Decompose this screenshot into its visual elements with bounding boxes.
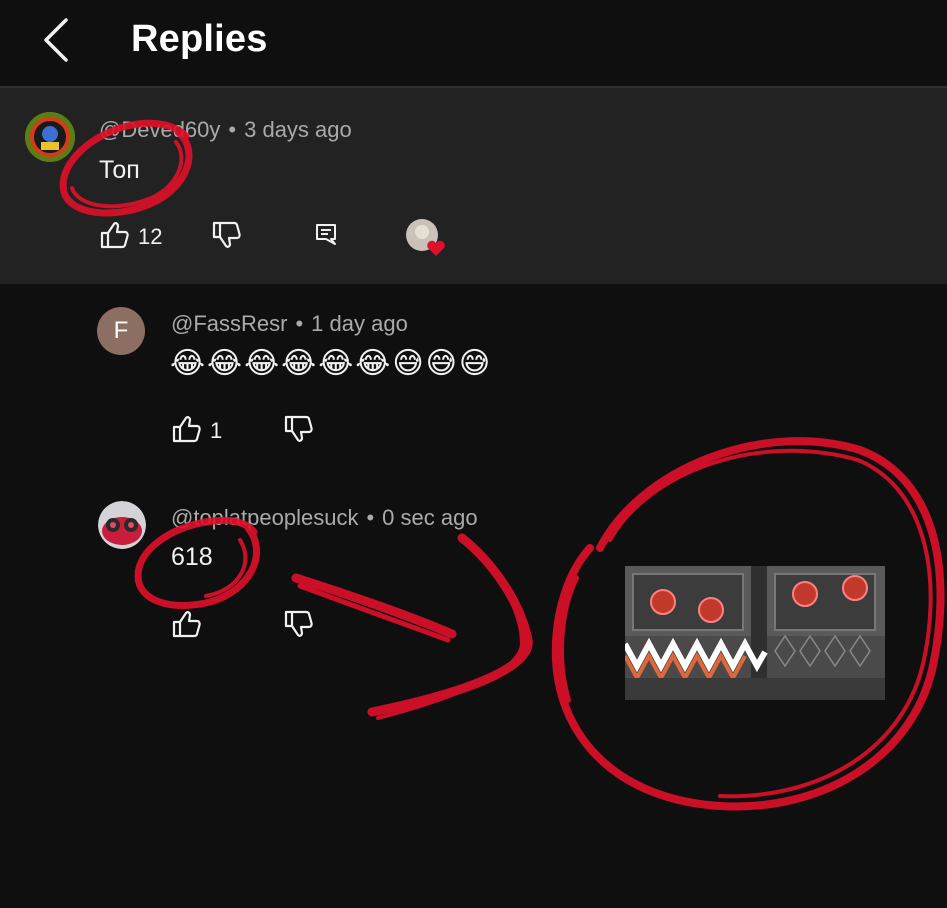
dislike-button[interactable] — [211, 220, 243, 255]
comment-author[interactable]: @FassResr — [171, 311, 287, 336]
avatar-image — [25, 112, 75, 162]
back-chevron-icon — [44, 18, 68, 62]
like-button[interactable] — [171, 414, 203, 449]
top-app-bar: Replies — [0, 0, 947, 86]
comment-author[interactable]: @toplatpeoplesuck — [171, 505, 358, 530]
reply-text: 😂😂😂😂😂😂😅😅😅 — [170, 346, 493, 381]
dislike-button[interactable] — [283, 414, 315, 449]
game-screenshot-image — [625, 566, 885, 700]
reply-icon — [316, 224, 336, 245]
like-count: 1 — [210, 418, 223, 443]
creator-heart-badge — [405, 218, 449, 258]
like-icon — [100, 222, 129, 249]
like-button[interactable] — [171, 609, 203, 644]
reply-author-avatar[interactable]: F — [97, 307, 145, 355]
back-button[interactable] — [36, 14, 78, 66]
comment-time: 3 days ago — [244, 117, 352, 142]
parent-comment-text: Топ — [99, 156, 140, 184]
avatar-image — [98, 501, 146, 549]
dislike-icon — [284, 610, 313, 637]
parent-author-avatar[interactable] — [25, 112, 75, 162]
parent-comment-meta: @Deved60y • 3 days ago — [99, 117, 352, 142]
comment-author[interactable]: @Deved60y — [99, 117, 220, 142]
reply-meta: @toplatpeoplesuck • 0 sec ago — [171, 505, 478, 530]
reply-author-avatar[interactable] — [98, 501, 146, 549]
like-icon — [172, 416, 201, 443]
page-title: Replies — [131, 18, 268, 60]
dislike-icon — [284, 415, 313, 442]
like-icon — [172, 611, 201, 638]
heart-icon — [406, 219, 445, 256]
comment-time: 1 day ago — [311, 311, 408, 336]
game-level-graphic — [625, 566, 885, 700]
reply-button[interactable] — [314, 222, 340, 253]
dislike-icon — [212, 221, 241, 248]
reply-meta: @FassResr • 1 day ago — [171, 311, 408, 336]
like-count: 12 — [138, 224, 163, 249]
like-button[interactable] — [99, 220, 131, 255]
reply-text: 618 — [171, 543, 213, 571]
comment-time: 0 sec ago — [382, 505, 478, 530]
dislike-button[interactable] — [283, 609, 315, 644]
